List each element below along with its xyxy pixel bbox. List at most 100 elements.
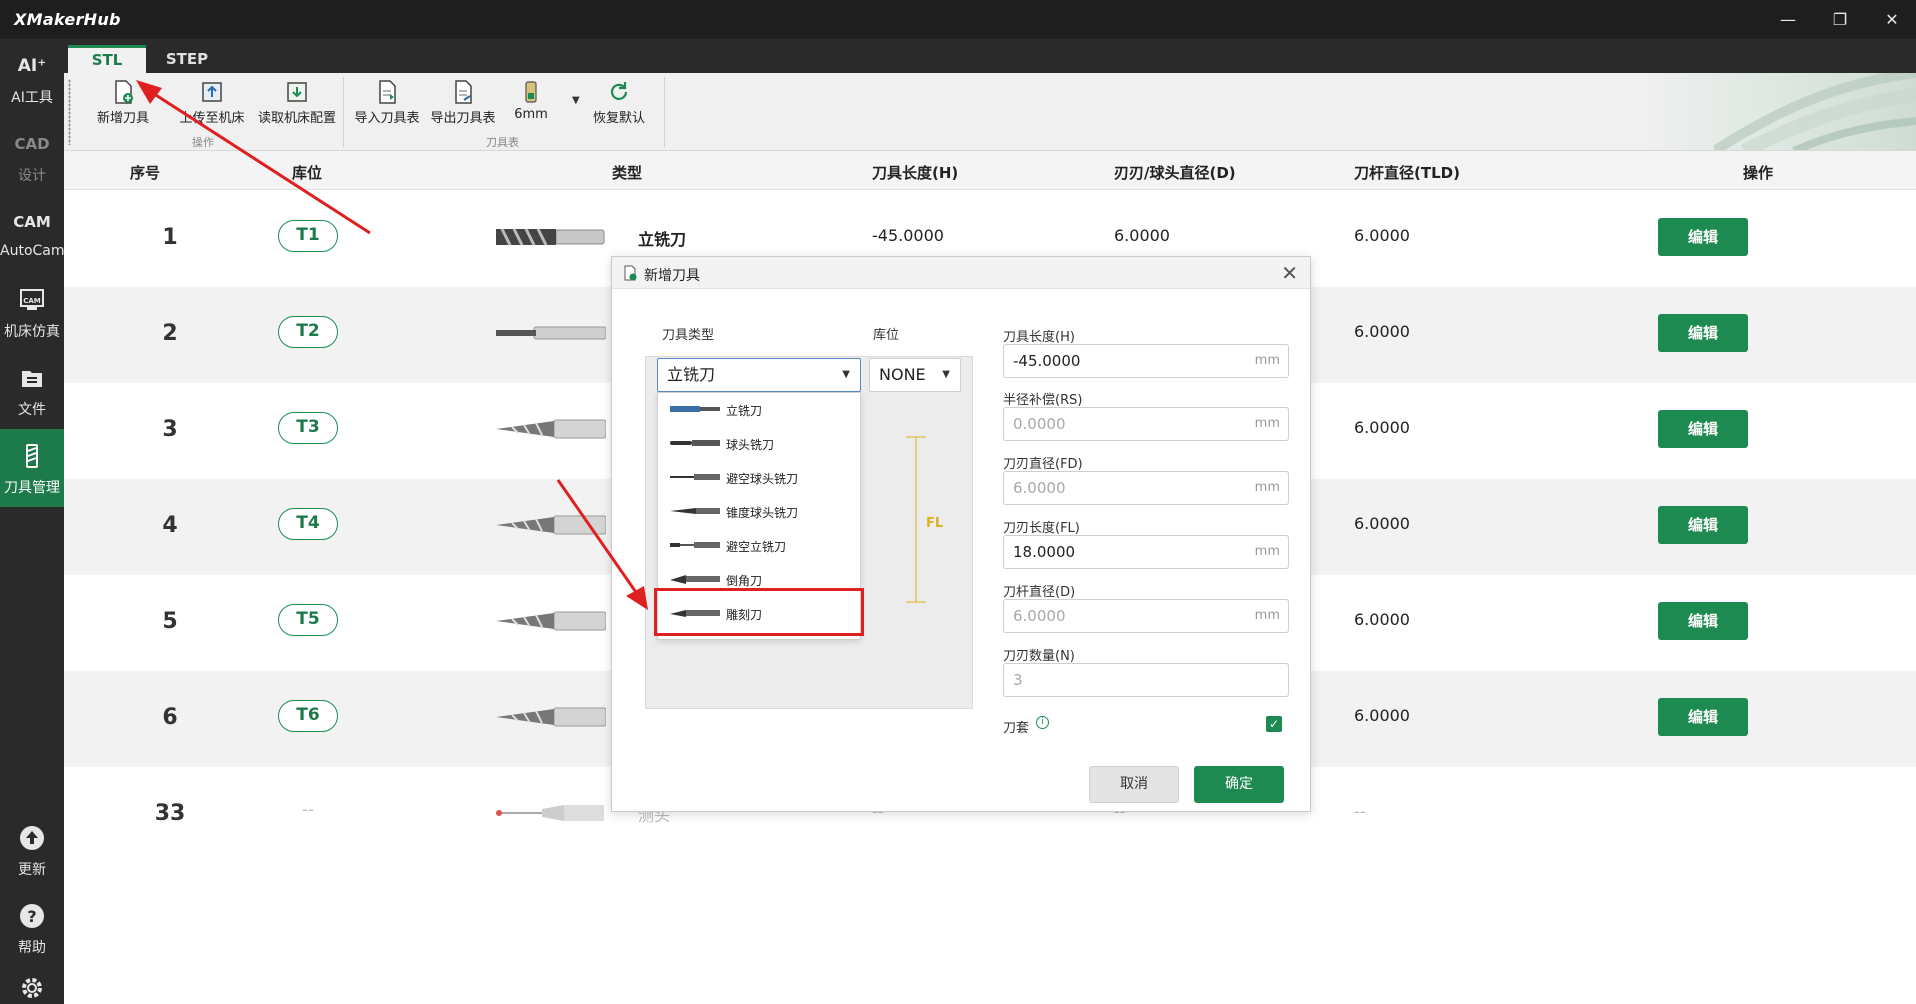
edit-button[interactable]: 编辑 <box>1658 314 1748 352</box>
edit-button[interactable]: 编辑 <box>1658 698 1748 736</box>
edit-button[interactable]: 编辑 <box>1658 410 1748 448</box>
import-tool-table-button[interactable]: 导入刀具表 <box>350 79 424 131</box>
nav-label: 帮助 <box>18 940 46 956</box>
slot-label: 库位 <box>873 328 900 343</box>
dropdown-option-ball-end-mill[interactable]: 球头铣刀 <box>658 427 860 461</box>
slot-value: NONE <box>879 365 926 384</box>
radius-compensation-input[interactable]: 0.0000 mm <box>1003 407 1289 441</box>
shank-diameter: 6.0000 <box>1354 322 1410 341</box>
tool-type-label: 刀具类型 <box>662 328 715 343</box>
nav-item-ai-tools[interactable]: AI⁺ AI工具 <box>0 39 64 117</box>
edit-button[interactable]: 编辑 <box>1658 218 1748 256</box>
dialog-title: 新增刀具 <box>644 268 700 284</box>
edit-button[interactable]: 编辑 <box>1658 602 1748 640</box>
header-index: 序号 <box>130 164 161 182</box>
dialog-close-icon[interactable]: ✕ <box>1281 261 1298 285</box>
holder-checkbox[interactable]: ✓ <box>1266 716 1282 732</box>
read-machine-config-button[interactable]: 读取机床配置 <box>256 79 338 131</box>
ribbon-separator <box>664 77 665 147</box>
add-file-icon <box>624 265 637 281</box>
toolbar-grip <box>68 79 71 145</box>
shank-diameter-input[interactable]: 6.0000 mm <box>1003 599 1289 633</box>
gear-icon <box>0 973 64 1003</box>
nav-item-settings[interactable] <box>0 967 64 1004</box>
cancel-button[interactable]: 取消 <box>1089 766 1179 803</box>
nav-item-files[interactable]: 文件 <box>0 351 64 429</box>
shank-diameter: 6.0000 <box>1354 706 1410 725</box>
export-icon <box>455 80 472 104</box>
header-type: 类型 <box>612 164 643 182</box>
ai-icon: AI⁺ <box>17 56 47 76</box>
field-label: 刀杆直径(D) <box>1003 585 1076 600</box>
tool-type-select[interactable]: 立铣刀 ▼ <box>657 358 861 392</box>
shank-diameter: 6.0000 <box>1354 514 1410 533</box>
edit-button[interactable]: 编辑 <box>1658 506 1748 544</box>
close-icon[interactable]: ✕ <box>1880 8 1904 32</box>
info-icon[interactable]: i <box>1036 716 1049 729</box>
add-file-icon <box>115 80 133 104</box>
export-tool-table-button[interactable]: 导出刀具表 <box>426 79 500 131</box>
ribbon-decoration <box>1714 73 1916 150</box>
flute-count-input[interactable]: 3 <box>1003 663 1289 697</box>
cad-icon: CAD <box>14 135 50 153</box>
ok-button[interactable]: 确定 <box>1194 766 1284 803</box>
nav-label: AutoCam <box>0 243 65 259</box>
restore-icon[interactable]: ❐ <box>1828 8 1852 32</box>
tapered-ball-end-mill-icon <box>670 508 720 514</box>
size-dropdown-caret-icon[interactable]: ▼ <box>572 95 580 106</box>
dropdown-option-tapered-ball-end-mill[interactable]: 锥度球头铣刀 <box>658 495 860 529</box>
nav-item-help[interactable]: ? 帮助 <box>0 889 64 967</box>
nav-label: 更新 <box>18 862 46 878</box>
row-index: 1 <box>162 225 178 250</box>
upload-to-machine-button[interactable]: 上传至机床 <box>172 79 252 131</box>
ribbon-tab-bar: STL STEP <box>64 39 1916 73</box>
tapered-tool-icon <box>496 515 606 535</box>
dropdown-option-end-mill[interactable]: 立铣刀 <box>658 393 860 427</box>
probe-icon <box>496 805 604 821</box>
holder-label: 刀套 <box>1003 721 1030 736</box>
nav-label: AI工具 <box>11 90 53 106</box>
shank-diameter: 6.0000 <box>1354 418 1410 437</box>
restore-default-button[interactable]: 恢复默认 <box>586 79 652 131</box>
tool-icon <box>0 441 64 471</box>
dropdown-option-relief-ball-end-mill[interactable]: 避空球头铣刀 <box>658 461 860 495</box>
group-label-tooltable: 刀具表 <box>486 136 519 149</box>
minimize-icon[interactable]: — <box>1776 8 1800 32</box>
nav-label: 设计 <box>18 168 46 184</box>
nav-item-update[interactable]: 更新 <box>0 811 64 889</box>
nav-label: 文件 <box>18 402 46 418</box>
tool-size-selector[interactable]: 6mm <box>504 79 558 131</box>
slot-badge: T2 <box>278 316 338 348</box>
slot-select[interactable]: NONE ▼ <box>869 358 961 392</box>
field-label: 半径补偿(RS) <box>1003 393 1083 408</box>
relief-end-mill-icon <box>670 542 720 548</box>
header-slot: 库位 <box>292 164 323 182</box>
blade-diameter-input[interactable]: 6.0000 mm <box>1003 471 1289 505</box>
slot-badge: T6 <box>278 700 338 732</box>
title-bar: XMakerHub — ❐ ✕ <box>0 0 1916 39</box>
shank-diameter: -- <box>1354 802 1366 821</box>
add-tool-button[interactable]: 新增刀具 <box>90 79 156 131</box>
nav-item-design[interactable]: CAD 设计 <box>0 117 64 195</box>
blade-length-input[interactable]: 18.0000 mm <box>1003 535 1289 569</box>
nav-item-machine-sim[interactable]: CAM 机床仿真 <box>0 273 64 351</box>
tab-step[interactable]: STEP <box>148 45 226 73</box>
dropdown-option-relief-end-mill[interactable]: 避空立铣刀 <box>658 529 860 563</box>
help-icon: ? <box>0 901 64 931</box>
update-icon <box>0 823 64 853</box>
nav-item-tool-management[interactable]: 刀具管理 <box>0 429 64 507</box>
tool-length: -45.0000 <box>872 226 944 245</box>
slot-badge: T4 <box>278 508 338 540</box>
nav-label: 机床仿真 <box>4 324 60 340</box>
tool-length-input[interactable]: -45.0000 mm <box>1003 344 1289 378</box>
tab-stl[interactable]: STL <box>68 45 146 73</box>
svg-text:?: ? <box>27 907 36 926</box>
ball-end-mill-icon <box>670 440 720 446</box>
machine-sim-icon: CAM <box>0 285 64 315</box>
chevron-down-icon: ▼ <box>842 369 850 380</box>
dialog-title-bar: 新增刀具 ✕ <box>612 257 1310 289</box>
nav-item-autocam[interactable]: CAM AutoCam <box>0 195 65 273</box>
fl-label: FL <box>926 516 943 531</box>
row-index: 6 <box>162 705 178 730</box>
header-shank-diameter: 刀杆直径(TLD) <box>1354 164 1460 182</box>
